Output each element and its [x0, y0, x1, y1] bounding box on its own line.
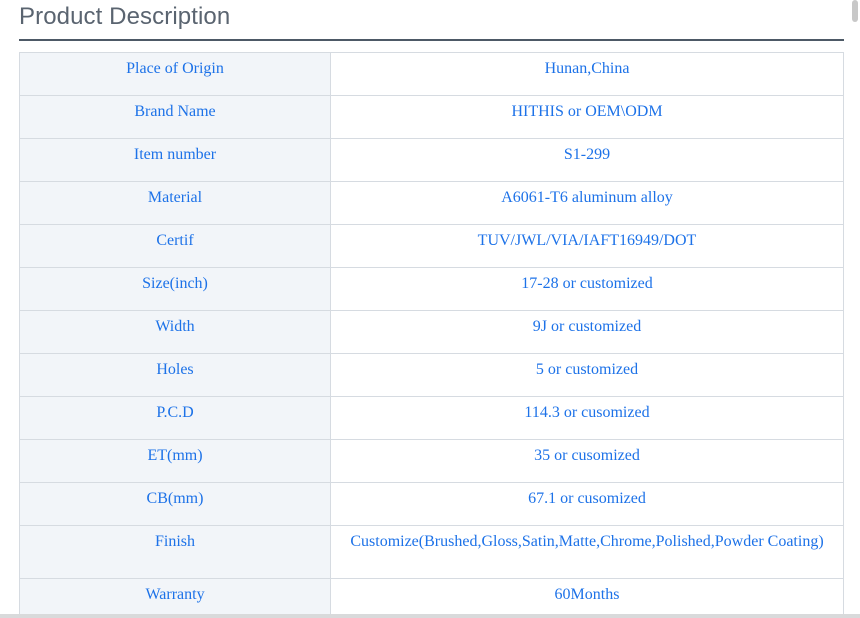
spec-label: Finish: [19, 525, 331, 579]
spec-label: Holes: [19, 353, 331, 397]
spec-row-item-number: Item number S1-299: [19, 138, 844, 182]
spec-label: ET(mm): [19, 439, 331, 483]
spec-row-et: ET(mm) 35 or cusomized: [19, 439, 844, 483]
spec-row-holes: Holes 5 or customized: [19, 353, 844, 397]
spec-row-pcd: P.C.D 114.3 or cusomized: [19, 396, 844, 440]
scrollbar-thumb[interactable]: [852, 0, 858, 22]
spec-value: 35 or cusomized: [330, 439, 844, 483]
spec-row-place-of-origin: Place of Origin Hunan,China: [19, 52, 844, 96]
spec-value: TUV/JWL/VIA/IAFT16949/DOT: [330, 224, 844, 268]
spec-row-certif: Certif TUV/JWL/VIA/IAFT16949/DOT: [19, 224, 844, 268]
spec-label: Warranty: [19, 578, 331, 618]
spec-label: Certif: [19, 224, 331, 268]
spec-label: Item number: [19, 138, 331, 182]
page-title: Product Description: [19, 3, 231, 30]
spec-row-cb: CB(mm) 67.1 or cusomized: [19, 482, 844, 526]
spec-label: Width: [19, 310, 331, 354]
spec-label: Brand Name: [19, 95, 331, 139]
spec-value: Customize(Brushed,Gloss,Satin,Matte,Chro…: [330, 525, 844, 579]
spec-row-width: Width 9J or customized: [19, 310, 844, 354]
spec-row-warranty: Warranty 60Months: [19, 578, 844, 618]
spec-label: P.C.D: [19, 396, 331, 440]
horizontal-scrollbar[interactable]: [0, 614, 860, 618]
spec-label: Material: [19, 181, 331, 225]
spec-row-size: Size(inch) 17-28 or customized: [19, 267, 844, 311]
spec-value: A6061-T6 aluminum alloy: [330, 181, 844, 225]
spec-value: HITHIS or OEM\ODM: [330, 95, 844, 139]
spec-row-finish: Finish Customize(Brushed,Gloss,Satin,Mat…: [19, 525, 844, 579]
title-divider: [19, 39, 844, 41]
spec-value: 5 or customized: [330, 353, 844, 397]
spec-label: CB(mm): [19, 482, 331, 526]
spec-value: Hunan,China: [330, 52, 844, 96]
spec-value: 17-28 or customized: [330, 267, 844, 311]
spec-label: Place of Origin: [19, 52, 331, 96]
spec-value: 9J or customized: [330, 310, 844, 354]
spec-value: 60Months: [330, 578, 844, 618]
spec-row-brand-name: Brand Name HITHIS or OEM\ODM: [19, 95, 844, 139]
product-spec-table: Place of Origin Hunan,China Brand Name H…: [19, 52, 844, 618]
spec-value: 114.3 or cusomized: [330, 396, 844, 440]
spec-value: 67.1 or cusomized: [330, 482, 844, 526]
spec-value: S1-299: [330, 138, 844, 182]
spec-row-material: Material A6061-T6 aluminum alloy: [19, 181, 844, 225]
vertical-scrollbar[interactable]: [850, 0, 860, 618]
spec-label: Size(inch): [19, 267, 331, 311]
